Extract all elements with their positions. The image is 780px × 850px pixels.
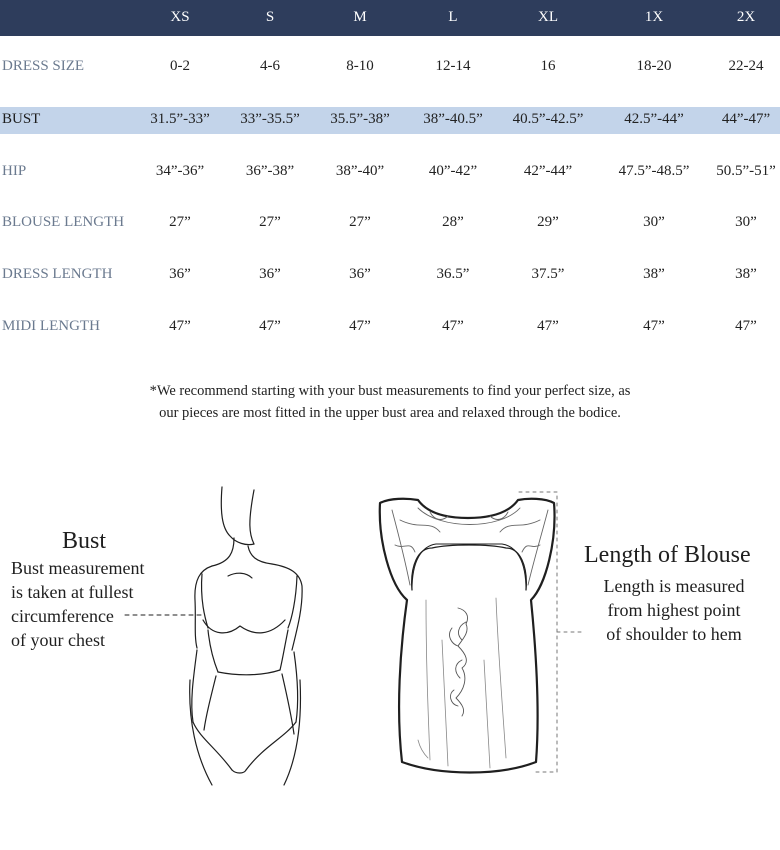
body-figure-illustration: [189, 486, 303, 786]
bust-description-line: is taken at fullest: [11, 582, 134, 602]
blouse-description-line: from highest point: [607, 600, 741, 620]
bust-description-line: Bust measurement: [11, 558, 145, 578]
bust-description: Bust measurement is taken at fullest cir…: [11, 556, 144, 652]
bust-title: Bust: [62, 528, 107, 554]
blouse-description-line: Length is measured: [603, 576, 745, 596]
bust-description-line: of your chest: [11, 630, 105, 650]
measurement-illustrations: [124, 486, 583, 786]
blouse-length-description: Length is measured from highest point of…: [586, 574, 762, 646]
blouse-illustration: [378, 497, 556, 774]
bust-description-line: circumference: [11, 606, 114, 626]
blouse-length-title: Length of Blouse: [584, 542, 751, 568]
blouse-description-line: of shoulder to hem: [606, 624, 742, 644]
